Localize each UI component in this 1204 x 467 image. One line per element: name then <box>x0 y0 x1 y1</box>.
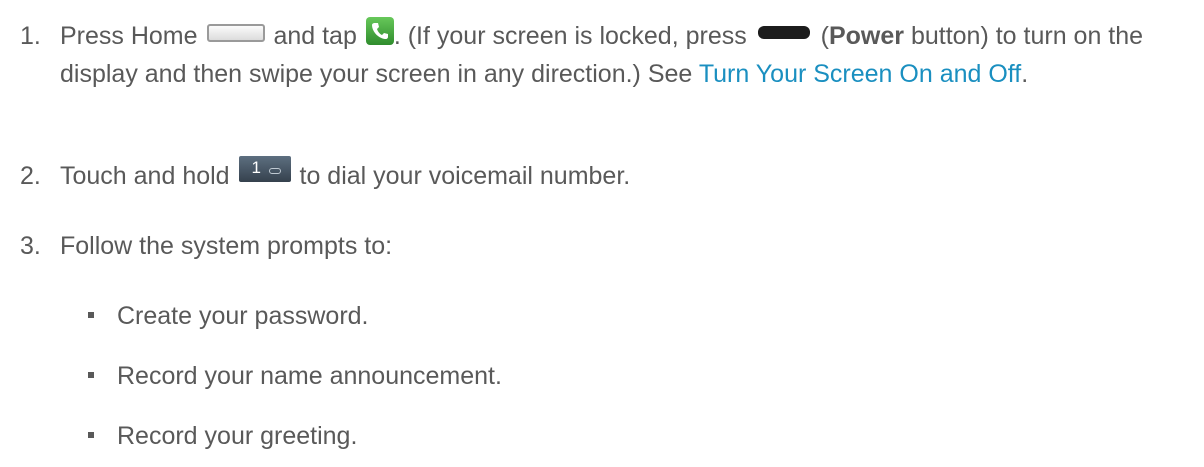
bullet-icon <box>88 372 94 378</box>
step-text: . (If your screen is locked, press <box>393 22 747 50</box>
step-number: 1. <box>20 22 41 50</box>
voicemail-symbol-icon <box>268 168 281 175</box>
voicemail-key-icon: 1 <box>238 156 291 183</box>
step-2-body: Touch and hold 1 to dial your voicemail … <box>60 156 1190 195</box>
open-paren: ( <box>820 22 829 50</box>
bullet-icon <box>88 432 94 438</box>
step-1: 1. Press Home and tap . (If your screen … <box>20 17 1190 93</box>
step-1-body: Press Home and tap . (If your screen is … <box>60 17 1190 93</box>
power-label: Power <box>828 22 904 50</box>
step-text: to dial your voicemail number. <box>299 162 631 190</box>
home-button-icon <box>206 24 265 43</box>
bullet-icon <box>88 312 94 318</box>
turn-screen-on-off-link[interactable]: Turn Your Screen On and Off <box>699 60 1021 88</box>
step-3: 3. Follow the system prompts to: <box>20 227 1190 265</box>
list-item-text: Record your name announcement. <box>117 362 502 390</box>
list-item-text: Record your greeting. <box>117 422 358 450</box>
phone-handset-icon <box>371 23 388 40</box>
phone-app-icon <box>365 17 394 46</box>
step-text: and tap <box>273 22 357 50</box>
list-item-text: Create your password. <box>117 302 369 330</box>
key-digit: 1 <box>251 158 262 178</box>
step-text: Press Home <box>60 22 198 50</box>
step-end: . <box>1021 60 1029 88</box>
power-button-icon <box>757 25 810 39</box>
step-text: Touch and hold <box>60 162 230 190</box>
instruction-document: 1. Press Home and tap . (If your screen … <box>0 0 1204 467</box>
step-2: 2. Touch and hold 1 to dial your voicema… <box>20 156 1190 195</box>
list-item: Create your password. <box>88 297 369 335</box>
step-text: Follow the system prompts to: <box>60 232 393 260</box>
step-number: 3. <box>20 232 41 260</box>
list-item: Record your name announcement. <box>88 357 502 395</box>
list-item: Record your greeting. <box>88 417 357 455</box>
step-number: 2. <box>20 162 41 190</box>
step-3-body: Follow the system prompts to: <box>60 227 1190 265</box>
